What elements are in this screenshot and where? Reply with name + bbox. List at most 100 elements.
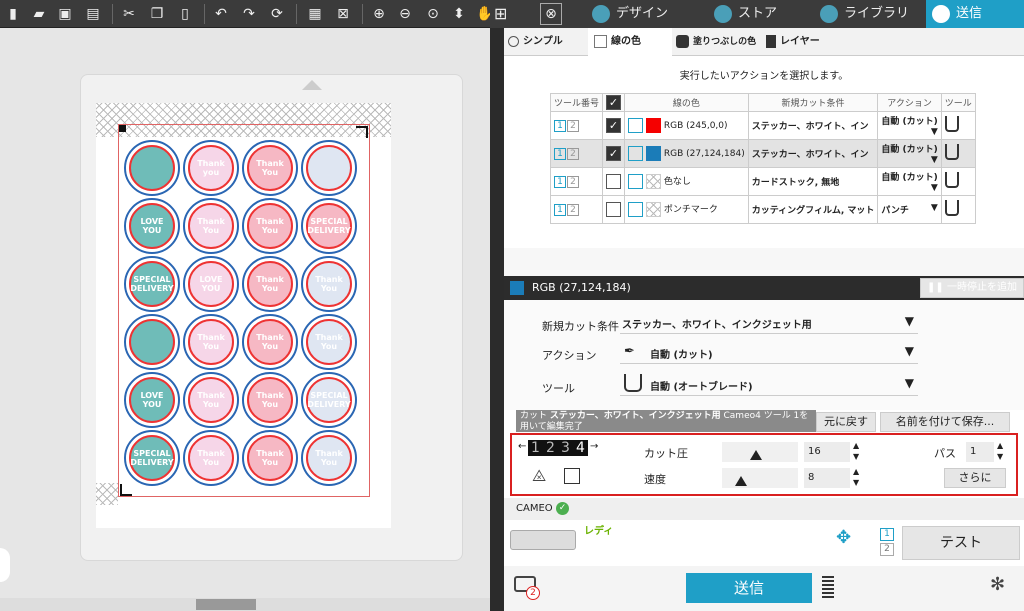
reset-button[interactable]: 元に戻す	[816, 412, 876, 432]
tab-design[interactable]: デザイン	[586, 0, 692, 28]
sticker-circle[interactable]: Thank You	[183, 372, 239, 428]
horizontal-scrollbar[interactable]	[0, 598, 490, 611]
material-dropdown[interactable]: ステッカー、ホワイト、インクジェット用 ▼	[620, 312, 918, 334]
preview-icon[interactable]	[628, 146, 644, 161]
tab-store[interactable]: ストア	[708, 0, 808, 28]
speed-slider[interactable]	[722, 468, 798, 488]
action-cell[interactable]: 自動 (カット) ▼	[877, 139, 942, 168]
sticker-circle[interactable]: Thank You	[301, 256, 357, 312]
row-checkbox-cell[interactable]	[602, 167, 626, 196]
send-button[interactable]: 送信	[686, 573, 812, 603]
condition-cell[interactable]: カッティングフィルム, マット	[747, 195, 879, 224]
open-folder-icon[interactable]: ▰	[30, 5, 48, 23]
sticker-circle[interactable]: Thank You	[242, 430, 298, 486]
force-stepper[interactable]: ▲ ▼	[853, 440, 859, 462]
save-as-button[interactable]: 名前を付けて保存...	[880, 412, 1010, 432]
table-row[interactable]: 12 色なし カードストック, 無地 自動 (カット) ▼	[549, 167, 976, 196]
deselect-icon[interactable]: ⊠	[334, 5, 352, 23]
tab-layer[interactable]: レイヤー	[766, 28, 836, 56]
row-checkbox[interactable]: ✓	[606, 118, 622, 133]
sticker-circle[interactable]: Thank You	[183, 314, 239, 370]
tool-slot-1[interactable]: 1	[880, 528, 894, 541]
side-panel-toggle[interactable]	[0, 548, 10, 582]
sticker-circle[interactable]	[301, 140, 357, 196]
refresh-icon[interactable]: ⟳	[268, 5, 286, 23]
header-select-all[interactable]: ✓	[602, 93, 626, 112]
sticker-circle[interactable]: Thank You	[242, 256, 298, 312]
vertical-scrollbar[interactable]	[490, 28, 504, 611]
blade-depth-left-arrow-icon[interactable]: ←	[518, 441, 526, 452]
sticker-circle[interactable]: SPECIAL DELIVERY	[124, 430, 180, 486]
action-cell[interactable]: パンチ ▼	[877, 195, 942, 224]
action-cell[interactable]: 自動 (カット) ▼	[877, 167, 942, 196]
redo-icon[interactable]: ↷	[240, 5, 258, 23]
blade-depth-indicator[interactable]: 1 2 3 4	[528, 440, 588, 456]
pixscan-icon[interactable]: ⊗	[540, 3, 562, 25]
force-slider[interactable]	[722, 442, 798, 462]
paste-icon[interactable]: ▯	[176, 5, 194, 23]
tab-send[interactable]: 送信	[926, 0, 1024, 28]
passes-stepper[interactable]: ▲ ▼	[997, 440, 1003, 462]
gear-icon[interactable]: ✻	[990, 574, 1005, 595]
test-button[interactable]: テスト	[902, 526, 1020, 560]
zoom-fit-icon[interactable]: ⊙	[424, 5, 442, 23]
sticker-circle[interactable]: Thank You	[301, 314, 357, 370]
tool-number-cell[interactable]: 12	[549, 111, 604, 140]
tab-line-color[interactable]: 線の色	[588, 28, 672, 56]
add-pause-button[interactable]: ❚❚ 一時停止を追加	[920, 278, 1024, 298]
zoom-in-icon[interactable]: ⊕	[370, 5, 388, 23]
sticker-circle[interactable]: Thank You	[242, 372, 298, 428]
speed-stepper[interactable]: ▲ ▼	[853, 466, 859, 488]
grid-icon[interactable]: ⊞	[494, 4, 514, 24]
table-row[interactable]: 1 2 ✓ RGB (245,0,0) ステッカー、ホワイト、イン 自動 (カット) ▼	[549, 111, 976, 140]
select-all-checkbox[interactable]: ✓	[606, 95, 622, 110]
row-checkbox[interactable]	[606, 202, 622, 217]
condition-cell[interactable]: ステッカー、ホワイト、イン	[747, 111, 879, 140]
force-value-field[interactable]: 16	[804, 442, 850, 462]
select-all-icon[interactable]: ▦	[306, 5, 324, 23]
sticker-design-grid[interactable]: Thank you Thank You LOVE YOU Thank You Thank…	[124, 140, 364, 490]
row-checkbox-cell[interactable]: ✓	[602, 139, 626, 168]
speed-slider-thumb[interactable]	[735, 476, 747, 486]
tool-slot-2[interactable]: 2	[880, 543, 894, 556]
sticker-circle[interactable]: Thank You	[301, 430, 357, 486]
tool-number-cell[interactable]: 12	[549, 167, 604, 196]
table-row[interactable]: 12 ポンチマーク カッティングフィルム, マット パンチ ▼	[549, 195, 976, 224]
tool-dropdown[interactable]: 自動 (オートブレード) ▼	[620, 374, 918, 396]
sticker-circle[interactable]: SPECIAL DELIVERY	[301, 198, 357, 254]
cut-icon[interactable]: ✂	[120, 5, 138, 23]
speed-value-field[interactable]: 8	[804, 468, 850, 488]
sticker-circle[interactable]: LOVE YOU	[124, 372, 180, 428]
sticker-circle[interactable]: Thank you	[183, 140, 239, 196]
preview-icon[interactable]	[628, 118, 644, 133]
tool-number-cell[interactable]: 12	[549, 139, 604, 168]
move-arrows-icon[interactable]: ✥	[836, 528, 851, 548]
sticker-circle[interactable]: SPECIAL DELIVERY	[301, 372, 357, 428]
blade-depth-right-arrow-icon[interactable]: →	[590, 441, 598, 452]
sticker-circle[interactable]: Thank You	[242, 314, 298, 370]
condition-cell[interactable]: カードストック, 無地	[747, 167, 879, 196]
more-button[interactable]: さらに	[944, 468, 1006, 488]
sticker-circle[interactable]: Thank You	[242, 198, 298, 254]
condition-cell[interactable]: ステッカー、ホワイト、イン	[747, 139, 879, 168]
copy-icon[interactable]: ❐	[148, 5, 166, 23]
sticker-circle[interactable]: SPECIAL DELIVERY	[124, 256, 180, 312]
preview-icon[interactable]	[628, 174, 644, 189]
queue-list-icon[interactable]	[822, 576, 834, 598]
tab-simple[interactable]: シンプル	[508, 28, 586, 56]
preview-icon[interactable]	[628, 202, 644, 217]
tab-fill-color[interactable]: 塗りつぶしの色	[676, 28, 764, 56]
sticker-circle[interactable]: LOVE YOU	[183, 256, 239, 312]
undo-icon[interactable]: ↶	[212, 5, 230, 23]
sticker-circle[interactable]: Thank You	[242, 140, 298, 196]
row-checkbox[interactable]	[606, 174, 622, 189]
row-checkbox[interactable]: ✓	[606, 146, 622, 161]
action-cell[interactable]: 自動 (カット) ▼	[877, 111, 942, 140]
move-down-icon[interactable]: ⬍	[450, 5, 468, 23]
scrollbar-thumb[interactable]	[196, 599, 256, 610]
row-checkbox-cell[interactable]: ✓	[602, 111, 626, 140]
sticker-circle[interactable]: LOVE YOU	[124, 198, 180, 254]
tool-number-cell[interactable]: 12	[549, 195, 604, 224]
force-slider-thumb[interactable]	[750, 450, 763, 460]
sticker-circle[interactable]	[124, 140, 180, 196]
